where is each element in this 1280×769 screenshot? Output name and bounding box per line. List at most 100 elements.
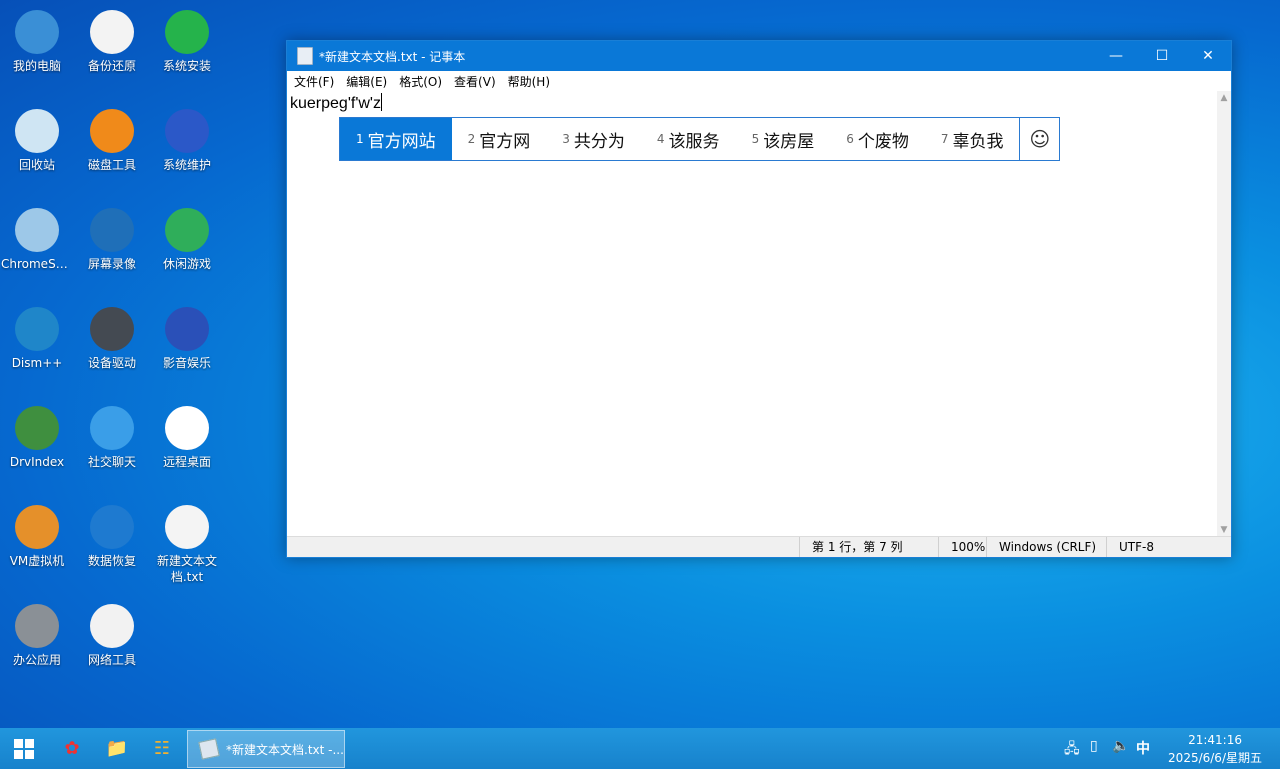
install-icon [165,10,209,54]
desktop-icon[interactable]: 办公应用 [1,596,73,668]
candidate-text: 共分为 [573,131,625,152]
ime-candidate[interactable]: 3 共分为 [546,118,641,160]
desktop-icon[interactable]: 数据恢复 [76,497,148,569]
menu-bar: 文件(F) 编辑(E) 格式(O) 查看(V) 帮助(H) [287,71,1231,91]
desktop-icon[interactable]: 影音娱乐 [151,299,223,371]
network-card-icon [15,406,59,450]
desktop-icon-label: 远程桌面 [162,455,211,469]
desktop-icon[interactable]: 系统安装 [151,2,223,74]
desktop-icon[interactable]: ChromeSe... [1,200,73,272]
desktop-icon[interactable]: Dism++ [1,299,73,371]
emoji-button[interactable]: ☺ [1019,118,1059,160]
media-icon [165,307,209,351]
scroll-up-icon[interactable]: ▲ [1217,91,1231,105]
title-bar[interactable]: *新建文本文档.txt - 记事本 — ☐ ✕ [287,41,1231,71]
desktop-icon[interactable]: 备份还原 [76,2,148,74]
candidate-text: 辜负我 [952,131,1004,152]
desktop-icon[interactable]: 远程桌面 [151,398,223,470]
notepad-icon [297,47,313,65]
desktop-icon-label: Dism++ [11,356,63,370]
ime-candidate[interactable]: 1 官方网站 [340,118,452,160]
desktop-icon[interactable]: 回收站 [1,101,73,173]
close-button[interactable]: ✕ [1185,41,1231,71]
menu-edit[interactable]: 编辑(E) [341,73,394,90]
desktop-icon[interactable]: 设备驱动 [76,299,148,371]
desktop-icon-label: 回收站 [18,158,55,172]
desktop-icon[interactable]: 社交聊天 [76,398,148,470]
ime-candidate-bar: 1 官方网站 2 官方网 3 共分为 4 该服务 5 该房屋 6 个废物 7 辜负我 ☺ [339,117,1060,161]
candidate-text: 官方网站 [367,131,436,152]
cloud-key-icon [90,604,134,648]
menu-format[interactable]: 格式(O) [394,73,449,90]
file-explorer-icon[interactable]: 📁 [105,736,129,760]
toolbox-icon[interactable]: ☷ [150,736,174,760]
office-icon [15,604,59,648]
cursor-position: 第 1 行，第 7 列 [799,537,903,557]
text-caret [380,93,382,111]
ime-indicator[interactable]: 中 [1136,738,1150,758]
volume-icon[interactable]: 🔈 [1112,738,1129,754]
notepad-task-icon [198,738,220,760]
desktop-icon[interactable]: 新建文本文档.txt [151,497,223,585]
candidate-text: 官方网 [479,131,531,152]
window-title: *新建文本文档.txt - 记事本 [319,49,466,64]
candidate-text: 该房屋 [763,131,815,152]
desktop-icon[interactable]: 系统维护 [151,101,223,173]
desktop-icon-label: 设备驱动 [87,356,136,370]
desktop-icon[interactable]: 屏幕录像 [76,200,148,272]
desktop-icon-label: 网络工具 [87,653,136,667]
desktop-icon-label: 休闲游戏 [162,257,211,271]
ime-candidate[interactable]: 6 个废物 [830,118,925,160]
clock[interactable]: 21:41:16 2025/6/6/星期五 [1168,731,1262,767]
desktop-icon-label: ChromeSe... [1,257,73,271]
menu-view[interactable]: 查看(V) [449,73,503,90]
status-bar: 第 1 行，第 7 列 100% Windows (CRLF) UTF-8 [287,536,1231,557]
ime-candidate[interactable]: 2 官方网 [452,118,547,160]
editor-text: kuerpeg'f'w'z [290,95,381,112]
desktop-icon-label: 办公应用 [12,653,61,667]
desktop-icon[interactable]: 网络工具 [76,596,148,668]
desktop-icon-label: 社交聊天 [87,455,136,469]
browser-pin-icon[interactable]: ✿ [60,736,84,760]
maximize-button[interactable]: ☐ [1139,41,1185,71]
zoom-level: 100% [938,537,985,557]
menu-file[interactable]: 文件(F) [289,73,341,90]
taskbar-notepad-button[interactable]: *新建文本文档.txt -... [187,730,345,768]
driver-icon [90,307,134,351]
vertical-scrollbar[interactable]: ▲ ▼ [1217,91,1231,537]
desktop-icon-label: 系统维护 [162,158,211,172]
vm-icon [15,505,59,549]
maintenance-icon [165,109,209,153]
backup-icon [90,10,134,54]
desktop-icon-label: 磁盘工具 [87,158,136,172]
desktop-icon[interactable]: 磁盘工具 [76,101,148,173]
desktop-icon[interactable]: DrvIndex [1,398,73,470]
desktop-icon[interactable]: VM虚拟机 [1,497,73,569]
desktop-icon-label: 系统安装 [162,59,211,73]
scroll-down-icon[interactable]: ▼ [1217,523,1231,537]
ime-candidate[interactable]: 4 该服务 [641,118,736,160]
minimize-button[interactable]: — [1093,41,1139,71]
chrome-setup-icon [15,208,59,252]
ime-candidate[interactable]: 5 该房屋 [736,118,831,160]
finder-icon [90,406,134,450]
game-icon [165,208,209,252]
candidate-number: 4 [656,132,665,146]
clock-date: 2025/6/6/星期五 [1168,751,1262,765]
desktop-icon-label: 屏幕录像 [87,257,136,271]
encoding: UTF-8 [1106,537,1154,557]
ime-candidate[interactable]: 7 辜负我 [925,118,1020,160]
candidate-number: 3 [562,132,570,146]
menu-help[interactable]: 帮助(H) [503,73,557,90]
text-file-icon [165,505,209,549]
line-ending: Windows (CRLF) [986,537,1096,557]
desktop-icon-label: 新建文本文档.txt [156,554,217,584]
candidate-number: 5 [751,132,760,146]
network-icon[interactable]: 🖧 [1064,738,1080,762]
usb-icon[interactable]: ▯ [1090,738,1098,754]
desktop-icon[interactable]: 休闲游戏 [151,200,223,272]
desktop-icon[interactable]: 我的电脑 [1,2,73,74]
start-button[interactable] [14,739,34,759]
computer-icon [15,10,59,54]
desktop-icon-label: DrvIndex [9,455,65,469]
